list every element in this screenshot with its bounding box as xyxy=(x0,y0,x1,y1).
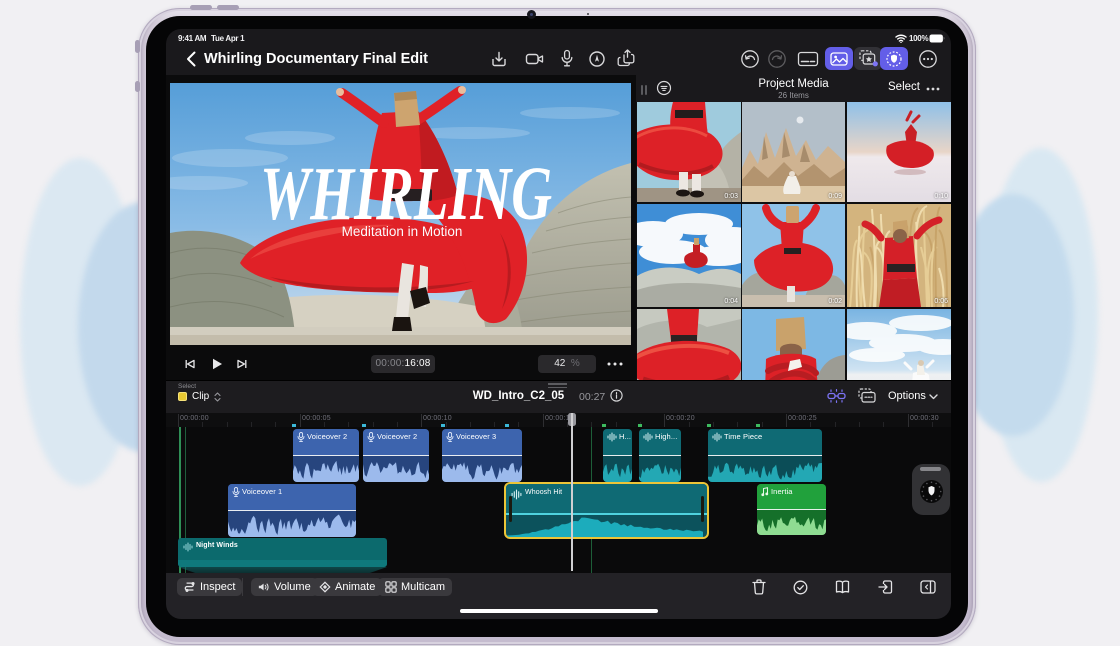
svg-text:Meditation in Motion: Meditation in Motion xyxy=(342,224,463,239)
